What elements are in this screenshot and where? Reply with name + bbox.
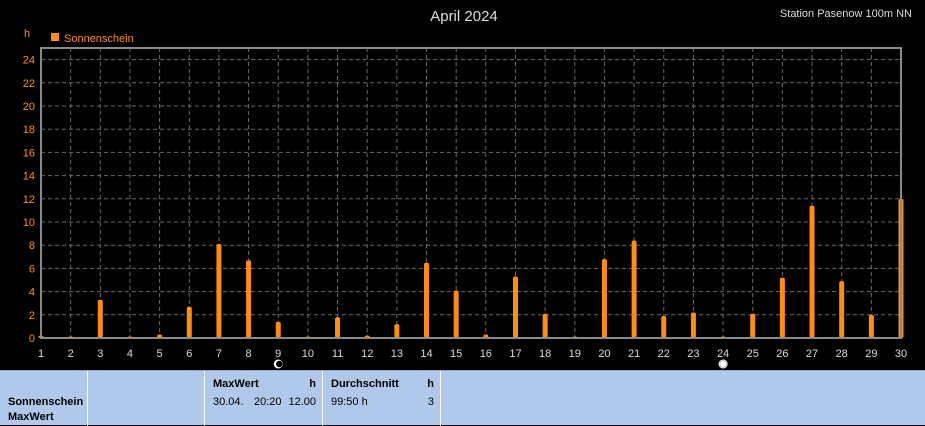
maxwert-unit: h — [309, 378, 316, 390]
bar-day-15 — [453, 290, 459, 338]
durchschnitt-value: 3 — [427, 396, 434, 408]
moon-face — [719, 360, 727, 368]
chart-title: April 2024 — [430, 8, 498, 25]
grid — [41, 48, 901, 338]
bar-day-14 — [424, 262, 430, 338]
maxwert-time: 20:20 — [254, 396, 282, 408]
x-tick-label: 19 — [569, 348, 581, 360]
bar-day-18 — [542, 313, 548, 338]
bar-day-3 — [97, 299, 103, 338]
y-tick-label: 12 — [23, 194, 35, 206]
y-tick-label: 10 — [23, 217, 35, 229]
bar-day-28 — [839, 281, 845, 338]
y-tick-labels: 024681012141618202224 — [23, 55, 35, 345]
full-moon-icon — [717, 358, 729, 370]
bar-day-21 — [631, 240, 637, 338]
maxwert-column: MaxWert h 30.04. 20:20 12.00 — [205, 371, 323, 426]
moon-shadow — [276, 360, 283, 368]
bar-day-17 — [512, 276, 518, 338]
x-tick-label: 27 — [806, 348, 818, 360]
x-tick-label: 3 — [97, 348, 103, 360]
x-tick-label: 21 — [628, 348, 640, 360]
legend-swatch — [51, 33, 59, 41]
durchschnitt-column: Durchschnitt h 99:50 h 3 — [323, 371, 441, 426]
bar-day-8 — [246, 260, 252, 338]
x-tick-label: 26 — [776, 348, 788, 360]
bar-day-20 — [601, 259, 607, 338]
summary-panel: Sonnenschein MaxWert MaxWert h 30.04. 20… — [0, 370, 925, 426]
bar-day-6 — [186, 306, 192, 338]
plot-frame — [40, 47, 902, 339]
x-tick-label: 30 — [895, 348, 907, 360]
x-tick-label: 7 — [216, 348, 222, 360]
x-tick-label: 8 — [246, 348, 252, 360]
empty-column — [88, 371, 205, 426]
maxwert-header: MaxWert — [213, 378, 259, 390]
bar-day-13 — [394, 324, 400, 338]
x-tick-label: 13 — [391, 348, 403, 360]
row-label-sonnenschein: Sonnenschein — [8, 396, 84, 408]
durchschnitt-total: 99:50 h — [331, 396, 368, 408]
y-tick-label: 2 — [29, 310, 35, 322]
x-tick-labels: 1 2 3 4 5 6 7 8 9 10 11 12 13 14 15 16 17 18 19 20 21 22 23 24 2… — [38, 348, 907, 360]
y-tick-label: 20 — [23, 101, 35, 113]
station-label: Station Pasenow 100m NN — [780, 8, 912, 20]
y-tick-label: 6 — [29, 263, 35, 275]
x-tick-label: 10 — [302, 348, 314, 360]
x-tick-label: 15 — [450, 348, 462, 360]
x-tick-label: 12 — [361, 348, 373, 360]
bar-day-11 — [335, 317, 341, 338]
bar-day-26 — [779, 277, 785, 338]
new-moon-icon — [272, 358, 284, 370]
bar-day-25 — [750, 313, 756, 338]
x-tick-label: 29 — [865, 348, 877, 360]
row-labels-column: Sonnenschein MaxWert — [0, 371, 88, 426]
maxwert-value: 12.00 — [288, 396, 316, 408]
bar-day-7 — [216, 244, 222, 338]
x-tick-label: 9 — [275, 348, 281, 360]
moon-phase-markers — [272, 358, 729, 370]
y-tick-label: 24 — [23, 55, 35, 67]
x-tick-label: 25 — [747, 348, 759, 360]
maxwert-date: 30.04. — [213, 396, 244, 408]
x-tick-label: 18 — [539, 348, 551, 360]
x-tick-label: 14 — [420, 348, 432, 360]
y-tick-label: 18 — [23, 124, 35, 136]
durchschnitt-unit: h — [427, 378, 434, 390]
x-tick-label: 5 — [157, 348, 163, 360]
legend-label: Sonnenschein — [64, 33, 134, 45]
x-tick-label: 11 — [332, 348, 343, 360]
durchschnitt-header: Durchschnitt — [331, 378, 399, 390]
x-tick-label: 2 — [68, 348, 74, 360]
x-tick-label: 24 — [717, 348, 729, 360]
sunshine-chart: April 2024 Station Pasenow 100m NN h Son… — [23, 8, 912, 370]
bar-day-23 — [690, 312, 696, 338]
y-tick-label: 8 — [29, 240, 35, 252]
x-tick-label: 16 — [480, 348, 492, 360]
x-tick-label: 6 — [186, 348, 192, 360]
x-tick-label: 28 — [836, 348, 848, 360]
x-tick-label: 1 — [38, 348, 44, 360]
x-tick-label: 17 — [509, 348, 521, 360]
y-tick-label: 16 — [23, 147, 35, 159]
bar-day-22 — [661, 315, 667, 338]
x-tick-label: 20 — [598, 348, 610, 360]
y-axis-unit: h — [24, 28, 30, 40]
y-tick-label: 4 — [29, 287, 35, 299]
bar-day-9 — [275, 321, 281, 338]
y-tick-label: 14 — [23, 171, 35, 183]
y-tick-label: 22 — [23, 78, 35, 90]
y-tick-label: 0 — [29, 333, 35, 345]
x-tick-label: 4 — [127, 348, 133, 360]
bar-day-29 — [868, 314, 874, 338]
row-label-maxwert: MaxWert — [8, 411, 54, 423]
x-tick-label: 22 — [658, 348, 670, 360]
bar-day-27 — [809, 205, 815, 338]
x-tick-label: 23 — [687, 348, 699, 360]
